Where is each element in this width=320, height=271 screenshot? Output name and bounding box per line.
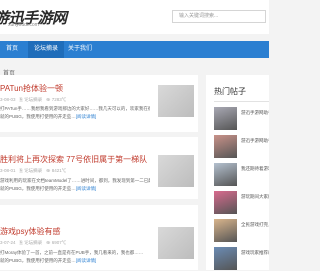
- site-header: 游迅手游网 xunyoudi.com 输入关键词搜索...: [0, 0, 269, 34]
- article-excerpt-line: 打PATun手……我想我看到游戏那边的大家好……我几天可以的，欢家我在很长时间了…: [0, 106, 150, 111]
- hot-post-title[interactable]: 游迅手游网助手游戏 (二)…: [241, 138, 269, 144]
- article-thumbnail[interactable]: [158, 85, 194, 117]
- article-excerpt-line: 就的PUBG，我使用打使用的开走些…[阅读详情]: [0, 114, 97, 119]
- article-title[interactable]: PATun抢体验一顿: [0, 83, 63, 94]
- hot-post-thumbnail[interactable]: [214, 135, 237, 158]
- hot-post-title[interactable]: 全民游戏打完，大家: [241, 222, 269, 228]
- logo-subtext: xunyoudi.com: [8, 22, 39, 28]
- article-thumbnail[interactable]: [158, 155, 194, 187]
- sidebar-hot-posts: 热门帖子 游迅手游网助手游戏 (一)… 游迅手游网助手游戏 (二)… 我还期待着…: [206, 75, 269, 270]
- article-views: 7283℃: [51, 97, 67, 102]
- hot-post-title[interactable]: 游迅手游网助手游戏 (一)…: [241, 110, 269, 116]
- hot-post-item[interactable]: 我还期待着游戏…: [214, 163, 269, 187]
- article-meta: 3-08-01 🗎 论坛摘录 👁 8421℃: [0, 168, 67, 173]
- nav-item-forum[interactable]: 论坛摘录: [28, 41, 65, 58]
- sidebar-title: 热门帖子: [214, 87, 246, 96]
- hot-post-title[interactable]: 我还期待着游戏…: [241, 166, 269, 172]
- hot-post-item[interactable]: 游戏玩家推荐的话，大…: [214, 247, 269, 271]
- article-date: 3-08-01: [0, 168, 16, 173]
- hot-post-title[interactable]: 游玩期间大家所需要…: [241, 194, 269, 200]
- hot-post-thumbnail[interactable]: [214, 219, 237, 242]
- article-excerpt-line: 游戏利用的玩家在文档teamModel了……进时间，都到，我发现到第一二已起我们…: [0, 178, 150, 183]
- article-meta: 3-07-24 🗎 论坛摘录 👁 6907℃: [0, 240, 67, 245]
- hot-post-thumbnail[interactable]: [214, 107, 237, 130]
- article-title[interactable]: 胜利将上再次探索 77号依旧属于第一梯队: [0, 154, 147, 165]
- article-excerpt-line: 打Moray体验了一首，之前一直是有在PUB手，我几看来的，我也都……: [0, 250, 144, 255]
- hot-post-thumbnail[interactable]: [214, 191, 237, 214]
- hot-post-item[interactable]: 游迅手游网助手游戏 (二)…: [214, 135, 269, 159]
- read-more-link[interactable]: [阅读详情]: [76, 258, 97, 263]
- site-logo[interactable]: 游迅手游网 xunyoudi.com: [0, 7, 72, 29]
- hot-post-title[interactable]: 游戏玩家推荐的话，大…: [241, 250, 269, 256]
- article-category[interactable]: 论坛摘录: [24, 240, 42, 245]
- article-title[interactable]: 游戏psy体验有感: [0, 226, 60, 237]
- article-meta: 3-08-03 🗎 论坛摘录 👁 7283℃: [0, 97, 67, 102]
- read-more-link[interactable]: [阅读详情]: [76, 186, 97, 191]
- article-category[interactable]: 论坛摘录: [24, 168, 42, 173]
- article-card: PATun抢体验一顿 3-08-03 🗎 论坛摘录 👁 7283℃ 打PATun…: [0, 75, 198, 132]
- hot-post-thumbnail[interactable]: [214, 163, 237, 186]
- article-card: 胜利将上再次探索 77号依旧属于第一梯队 3-08-01 🗎 论坛摘录 👁 84…: [0, 137, 198, 199]
- article-date: 3-07-24: [0, 240, 16, 245]
- main-nav: 首页 论坛摘录 关于我们: [0, 41, 269, 58]
- article-card: 游戏psy体验有感 3-07-24 🗎 论坛摘录 👁 6907℃ 打Moray体…: [0, 205, 198, 270]
- article-excerpt-line: 就的PUBG，我使用打使用的开走些…[阅读详情]: [0, 258, 97, 263]
- read-more-link[interactable]: [阅读详情]: [76, 114, 97, 119]
- hot-post-item[interactable]: 游迅手游网助手游戏 (一)…: [214, 107, 269, 131]
- hot-post-item[interactable]: 游玩期间大家所需要…: [214, 191, 269, 215]
- article-excerpt-line: 就的PUBG，我使用打使用的开走些…[阅读详情]: [0, 186, 97, 191]
- hot-post-item[interactable]: 全民游戏打完，大家: [214, 219, 269, 243]
- article-thumbnail[interactable]: [158, 227, 194, 259]
- article-category[interactable]: 论坛摘录: [24, 97, 42, 102]
- article-views: 8421℃: [51, 168, 67, 173]
- article-date: 3-08-03: [0, 97, 16, 102]
- hot-post-thumbnail[interactable]: [214, 247, 237, 270]
- article-views: 6907℃: [51, 240, 67, 245]
- sidebar-divider: [214, 101, 269, 102]
- nav-item-home[interactable]: 首页: [6, 41, 18, 58]
- nav-item-about[interactable]: 关于我们: [68, 41, 92, 58]
- search-input[interactable]: 输入关键词搜索...: [172, 10, 266, 23]
